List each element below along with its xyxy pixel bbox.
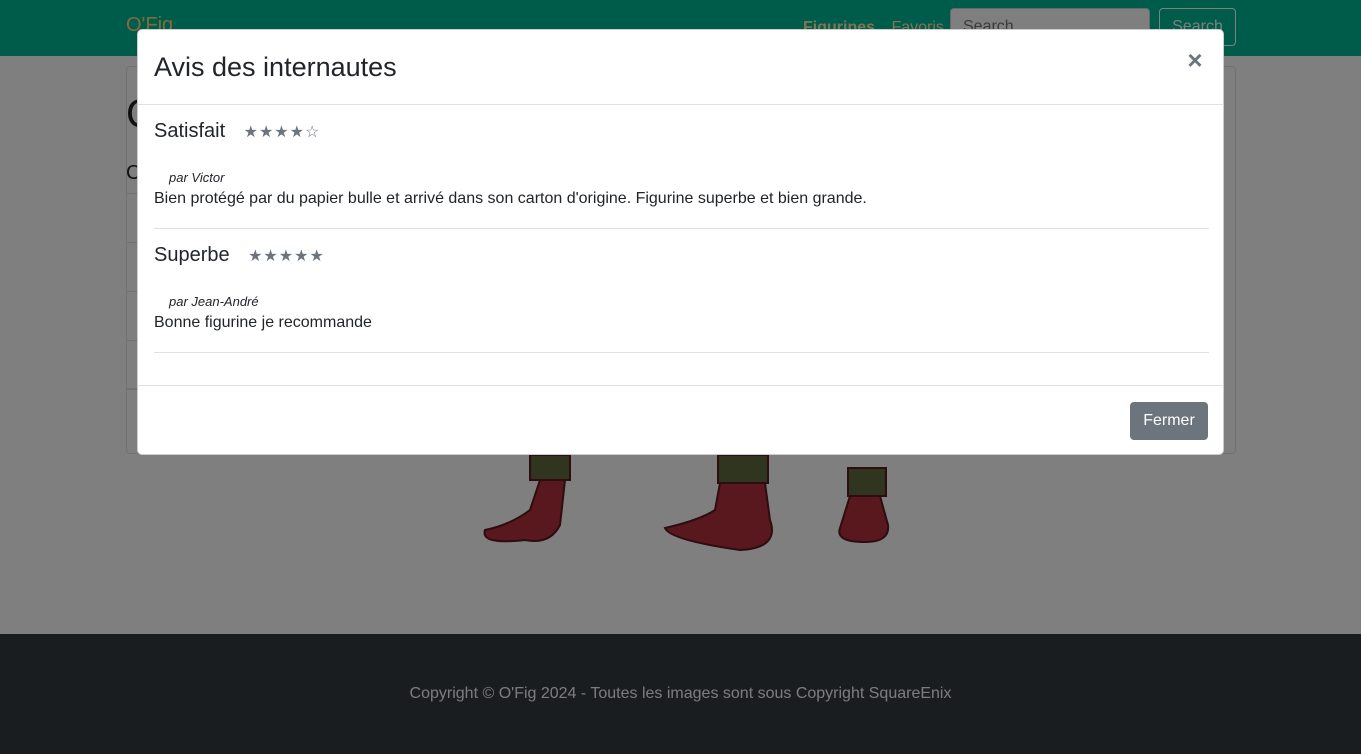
review-text: Bonne figurine je recommande — [154, 314, 372, 331]
review-item: Superbe ★★★★★ par Jean-André Bonne figur… — [154, 244, 1209, 353]
review-item: Satisfait ★★★★☆ par Victor Bien protégé … — [154, 120, 1209, 229]
close-button[interactable]: Fermer — [1130, 402, 1208, 440]
modal-title: Avis des internautes — [154, 52, 397, 82]
star-rating-icon: ★★★★★ — [248, 248, 325, 265]
star-rating-icon: ★★★★☆ — [243, 124, 321, 141]
modal-header: Avis des internautes × — [138, 30, 1223, 105]
review-title: Superbe — [154, 244, 230, 266]
review-title: Satisfait — [154, 120, 226, 142]
review-author: par Jean-André — [169, 294, 259, 309]
modal-footer: Fermer — [138, 385, 1223, 456]
review-text: Bien protégé par du papier bulle et arri… — [154, 190, 867, 207]
close-icon[interactable]: × — [1181, 46, 1209, 74]
review-author: par Victor — [169, 170, 225, 185]
reviews-modal: Avis des internautes × Satisfait ★★★★☆ p… — [137, 29, 1224, 455]
